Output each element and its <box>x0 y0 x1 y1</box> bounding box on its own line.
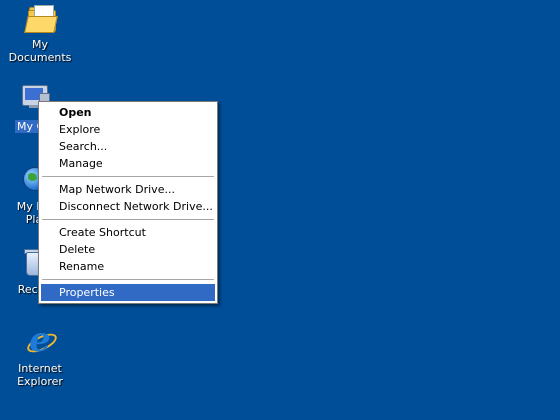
menu-item-map-network-drive[interactable]: Map Network Drive... <box>41 181 215 198</box>
menu-item-manage[interactable]: Manage <box>41 155 215 172</box>
desktop-icon-label: Internet Explorer <box>15 362 65 388</box>
context-menu: Open Explore Search... Manage Map Networ… <box>38 101 218 304</box>
desktop-icon-label: My Documents <box>8 38 72 64</box>
label-line-2: Explorer <box>17 375 63 388</box>
menu-item-properties[interactable]: Properties <box>41 284 215 301</box>
desktop-icon-internet-explorer[interactable]: e Internet Explorer <box>0 323 80 389</box>
menu-item-delete[interactable]: Delete <box>41 241 215 258</box>
menu-separator <box>42 219 214 220</box>
menu-item-disconnect-network-drive[interactable]: Disconnect Network Drive... <box>41 198 215 215</box>
menu-item-rename[interactable]: Rename <box>41 258 215 275</box>
menu-separator <box>42 279 214 280</box>
label-line-1: Internet <box>18 362 62 375</box>
menu-item-open[interactable]: Open <box>41 104 215 121</box>
ie-icon: e <box>24 323 60 358</box>
desktop[interactable]: My Documents My Co My Ne Pla Recyc e Int… <box>0 0 560 420</box>
desktop-icon-my-documents[interactable]: My Documents <box>0 2 80 65</box>
menu-item-explore[interactable]: Explore <box>41 121 215 138</box>
menu-item-create-shortcut[interactable]: Create Shortcut <box>41 224 215 241</box>
folder-icon <box>24 2 58 34</box>
menu-separator <box>42 176 214 177</box>
menu-item-search[interactable]: Search... <box>41 138 215 155</box>
